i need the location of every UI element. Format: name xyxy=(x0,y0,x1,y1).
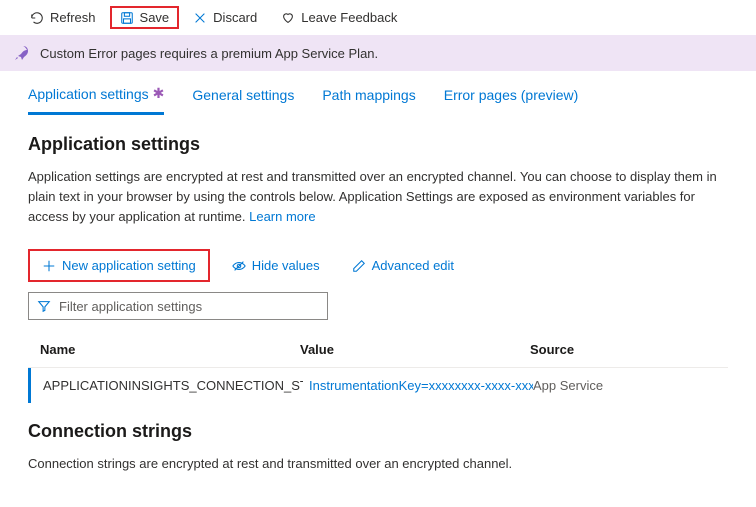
tab-application-settings[interactable]: Application settings ✱ xyxy=(28,85,164,115)
hide-values-label: Hide values xyxy=(252,258,320,273)
close-icon xyxy=(193,11,207,25)
setting-source: App Service xyxy=(533,378,716,393)
setting-value[interactable]: InstrumentationKey=xxxxxxxx-xxxx-xxxx xyxy=(303,378,533,393)
section-description: Application settings are encrypted at re… xyxy=(28,167,728,227)
col-value: Value xyxy=(300,342,530,357)
save-button[interactable]: Save xyxy=(110,6,180,29)
eye-off-icon xyxy=(232,259,246,273)
hide-values-button[interactable]: Hide values xyxy=(222,252,330,279)
tab-bar: Application settings ✱ General settings … xyxy=(0,71,756,116)
connection-strings-section: Connection strings Connection strings ar… xyxy=(0,403,756,478)
command-bar: Refresh Save Discard Leave Feedback xyxy=(0,0,756,35)
refresh-button[interactable]: Refresh xyxy=(20,6,106,29)
tab-path-mappings[interactable]: Path mappings xyxy=(322,85,415,115)
col-name: Name xyxy=(40,342,300,357)
banner-text: Custom Error pages requires a premium Ap… xyxy=(40,46,378,61)
section-title: Application settings xyxy=(28,134,728,155)
section-description: Connection strings are encrypted at rest… xyxy=(28,454,728,474)
learn-more-link[interactable]: Learn more xyxy=(249,209,315,224)
filter-input-container[interactable] xyxy=(28,292,328,320)
rocket-icon xyxy=(14,45,30,61)
discard-button[interactable]: Discard xyxy=(183,6,267,29)
tab-error-pages[interactable]: Error pages (preview) xyxy=(444,85,579,115)
tab-label: Application settings xyxy=(28,86,149,102)
discard-label: Discard xyxy=(213,10,257,25)
heart-icon xyxy=(281,11,295,25)
save-label: Save xyxy=(140,10,170,25)
new-setting-label: New application setting xyxy=(62,258,196,273)
section-title: Connection strings xyxy=(28,421,728,442)
advanced-edit-button[interactable]: Advanced edit xyxy=(342,252,464,279)
setting-name: APPLICATIONINSIGHTS_CONNECTION_STRING xyxy=(43,378,303,393)
filter-icon xyxy=(37,299,51,313)
table-header: Name Value Source xyxy=(28,332,728,368)
filter-wrap xyxy=(0,292,756,332)
filter-input[interactable] xyxy=(59,299,319,314)
plus-icon xyxy=(42,259,56,273)
new-application-setting-button[interactable]: New application setting xyxy=(28,249,210,282)
save-icon xyxy=(120,11,134,25)
tab-general-settings[interactable]: General settings xyxy=(192,85,294,115)
table-row[interactable]: APPLICATIONINSIGHTS_CONNECTION_STRING In… xyxy=(28,368,728,403)
feedback-label: Leave Feedback xyxy=(301,10,397,25)
refresh-icon xyxy=(30,11,44,25)
feedback-button[interactable]: Leave Feedback xyxy=(271,6,407,29)
pencil-icon xyxy=(352,259,366,273)
settings-actions: New application setting Hide values Adva… xyxy=(0,231,756,292)
refresh-label: Refresh xyxy=(50,10,96,25)
premium-banner: Custom Error pages requires a premium Ap… xyxy=(0,35,756,71)
settings-table: Name Value Source APPLICATIONINSIGHTS_CO… xyxy=(0,332,756,403)
col-source: Source xyxy=(530,342,716,357)
application-settings-section: Application settings Application setting… xyxy=(0,116,756,231)
advanced-edit-label: Advanced edit xyxy=(372,258,454,273)
dirty-indicator-icon: ✱ xyxy=(153,85,165,102)
